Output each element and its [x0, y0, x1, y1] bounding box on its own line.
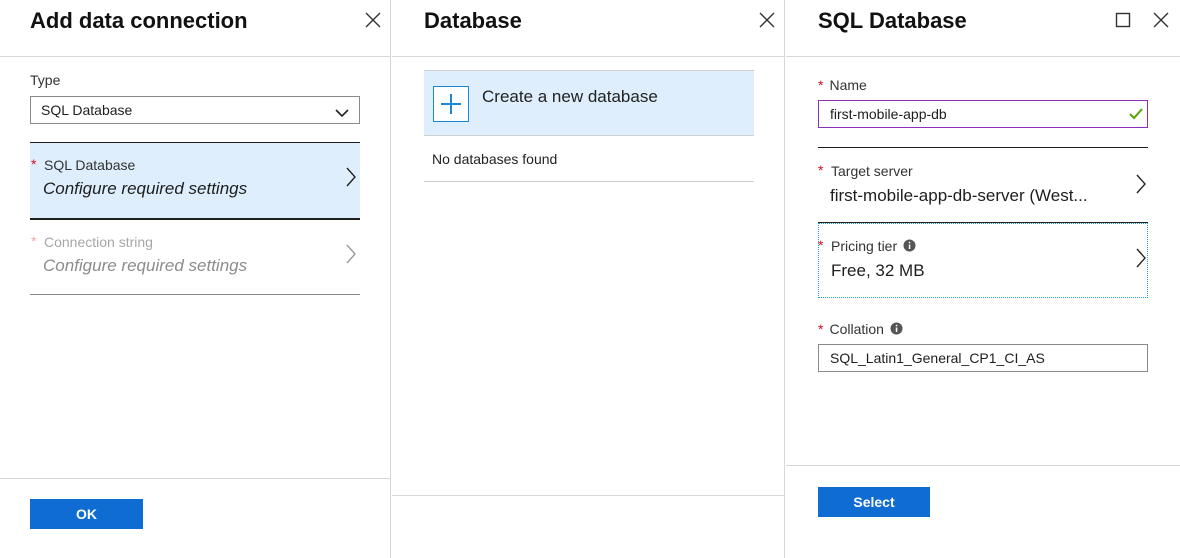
footer-divider [0, 478, 390, 479]
blade-header: Database [392, 0, 784, 57]
required-marker: * [31, 233, 37, 249]
setting-item-title: Connection string [44, 234, 153, 250]
sql-database-blade: SQL Database * Name first-mobile-app-db *… [786, 0, 1180, 558]
database-blade: Database Create a new database No databa… [392, 0, 785, 558]
create-new-database-row[interactable]: Create a new database [424, 70, 754, 136]
setting-item-connection-string[interactable]: * Connection string Configure required s… [30, 220, 360, 295]
pricing-tier-label: Pricing tier [831, 238, 898, 254]
required-marker: * [818, 237, 824, 253]
blade-title: Database [424, 8, 522, 33]
chevron-down-icon [335, 105, 349, 121]
type-dropdown-value: SQL Database [41, 102, 133, 118]
setting-item-subtitle: Configure required settings [43, 179, 248, 198]
chevron-right-icon [1136, 174, 1146, 199]
plus-icon [433, 86, 469, 122]
name-input-value: first-mobile-app-db [830, 106, 947, 122]
chevron-right-icon [346, 167, 356, 192]
setting-item-subtitle: Configure required settings [43, 256, 248, 275]
collation-input-value: SQL_Latin1_General_CP1_CI_AS [830, 350, 1045, 366]
info-icon[interactable] [890, 322, 903, 338]
setting-item-value: Free, 32 MB [831, 261, 925, 280]
setting-item-sql-database[interactable]: * SQL Database Configure required settin… [30, 142, 360, 220]
blade-title: SQL Database [818, 8, 967, 33]
blade-title: Add data connection [30, 8, 248, 33]
setting-item-title: Target server [831, 163, 913, 179]
collation-label-text: Collation [829, 321, 884, 337]
collation-input[interactable]: SQL_Latin1_General_CP1_CI_AS [818, 344, 1148, 372]
name-label: * Name [818, 77, 867, 93]
empty-message: No databases found [432, 151, 558, 167]
blade-header: Add data connection [0, 0, 390, 57]
close-icon[interactable] [758, 11, 776, 29]
name-input[interactable]: first-mobile-app-db [818, 100, 1148, 128]
add-data-connection-blade: Add data connection Type SQL Database * … [0, 0, 391, 558]
type-label: Type [30, 72, 61, 88]
select-button[interactable]: Select [818, 487, 930, 517]
info-icon[interactable] [903, 239, 916, 255]
setting-item-title: Pricing tier [831, 238, 916, 255]
blade-header: SQL Database [786, 0, 1180, 57]
maximize-icon[interactable] [1114, 11, 1132, 29]
footer-divider [786, 465, 1180, 466]
setting-item-target-server[interactable]: * Target server first-mobile-app-db-serv… [818, 147, 1148, 223]
ok-button[interactable]: OK [30, 499, 143, 529]
type-dropdown[interactable]: SQL Database [30, 96, 360, 124]
required-marker: * [31, 156, 37, 172]
close-icon[interactable] [364, 11, 382, 29]
setting-item-value: first-mobile-app-db-server (West... [830, 186, 1088, 205]
create-new-database-label: Create a new database [482, 87, 658, 106]
list-divider [424, 181, 754, 182]
required-marker: * [818, 162, 824, 178]
setting-item-pricing-tier[interactable]: * Pricing tier Free, 32 MB [818, 223, 1148, 298]
collation-label: * Collation [818, 321, 903, 338]
footer-divider [392, 495, 784, 496]
chevron-right-icon [346, 244, 356, 269]
chevron-right-icon [1136, 248, 1146, 273]
checkmark-icon [1129, 107, 1143, 123]
name-label-text: Name [829, 77, 867, 93]
required-marker: * [818, 77, 824, 93]
setting-item-title: SQL Database [44, 157, 136, 173]
required-marker: * [818, 321, 824, 337]
close-icon[interactable] [1152, 11, 1170, 29]
